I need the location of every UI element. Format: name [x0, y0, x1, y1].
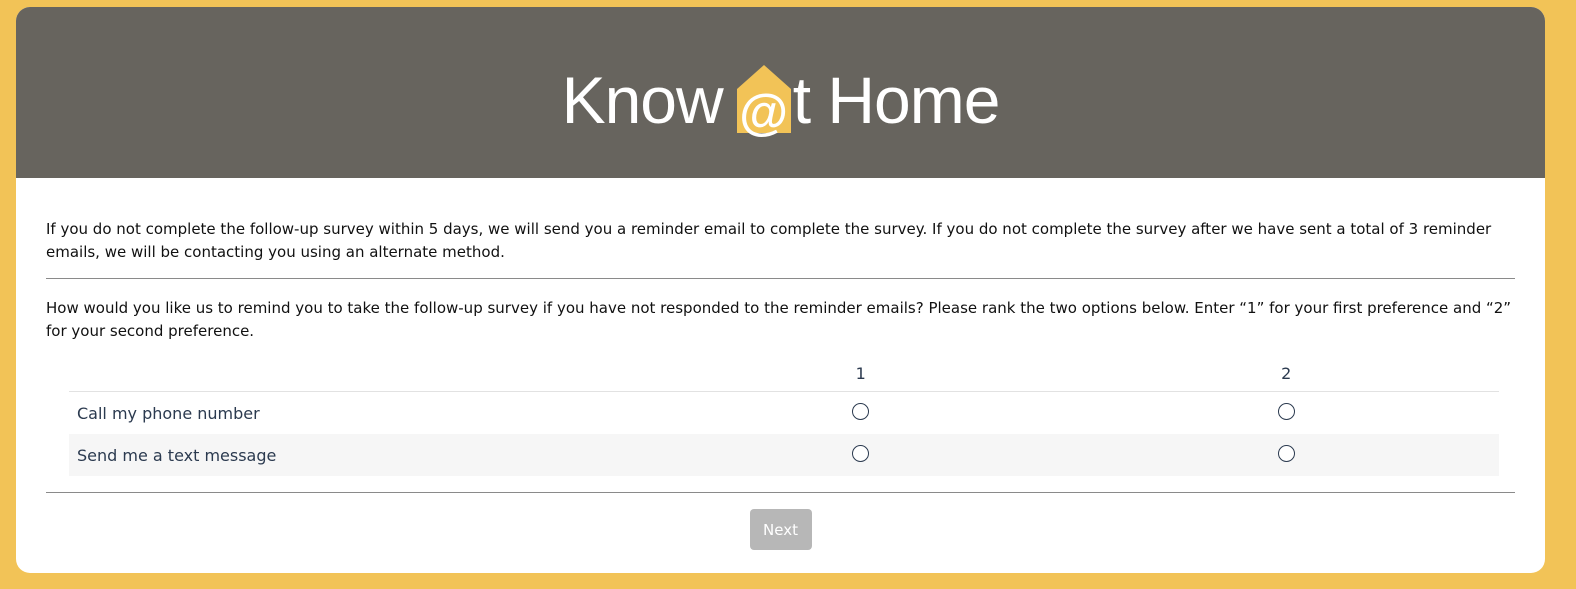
survey-card: Know @ t Home If you do not complete the… [16, 7, 1545, 573]
intro-paragraph: If you do not complete the follow-up sur… [46, 220, 1492, 261]
next-button[interactable]: Next [749, 509, 812, 550]
question-text: How would you like us to remind you to t… [46, 299, 1512, 340]
matrix-header-row: 1 2 [69, 356, 1499, 392]
row-label-text: Send me a text message [69, 434, 648, 476]
matrix-row-text: Send me a text message [69, 434, 1499, 476]
logo-text-right: t Home [792, 62, 1001, 137]
divider [46, 278, 1515, 279]
row-label-call: Call my phone number [77, 403, 260, 423]
survey-content: If you do not complete the follow-up sur… [16, 218, 1545, 550]
header-banner: Know @ t Home [16, 7, 1545, 178]
logo-text-left: Know [561, 62, 724, 137]
radio-call-rank-1[interactable] [852, 402, 870, 420]
radio-text-rank-1[interactable] [852, 444, 870, 462]
ranking-matrix: 1 2 Call my phone number Send me a text … [69, 356, 1499, 476]
logo-at-symbol: @ [739, 83, 789, 140]
matrix-row-call: Call my phone number [69, 392, 1499, 435]
house-icon: @ [736, 64, 791, 137]
know-at-home-logo: Know @ t Home [561, 62, 1001, 137]
matrix-header-blank [69, 356, 648, 392]
column-header-1: 1 [648, 356, 1074, 392]
divider-bottom [46, 492, 1515, 493]
radio-text-rank-2[interactable] [1277, 444, 1295, 462]
column-header-2: 2 [1073, 356, 1499, 392]
radio-call-rank-2[interactable] [1277, 402, 1295, 420]
